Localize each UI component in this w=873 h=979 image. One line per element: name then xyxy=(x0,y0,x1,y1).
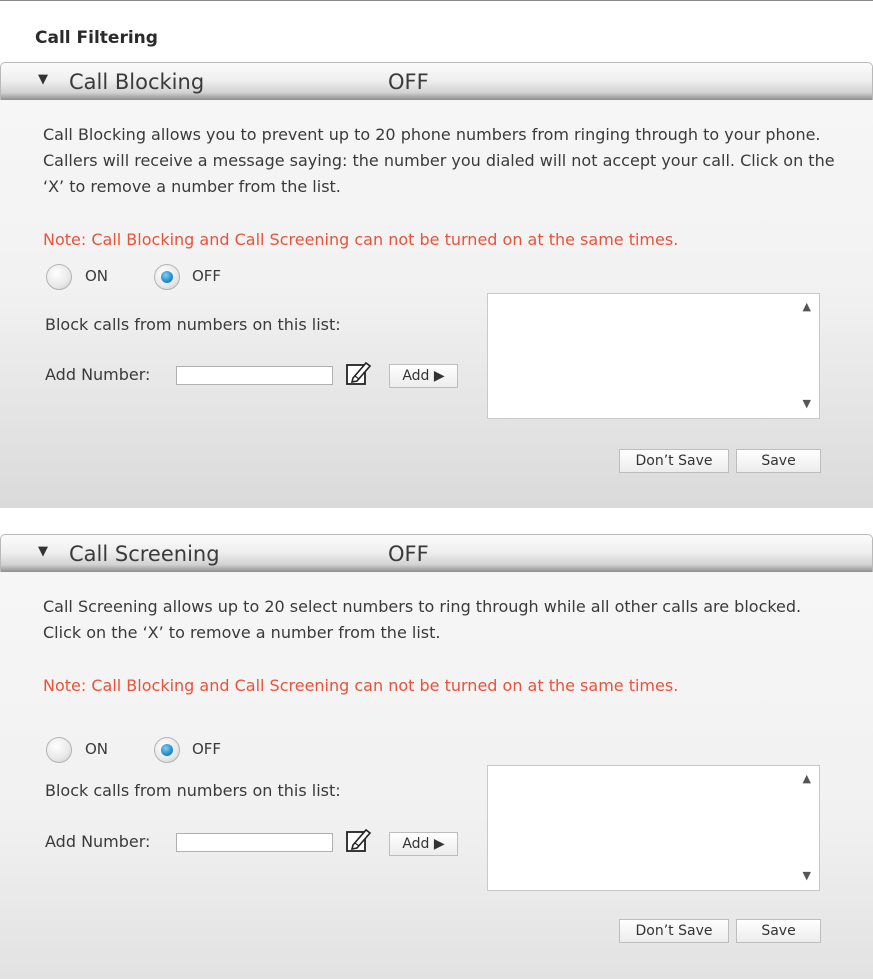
add-button[interactable]: Add ▶ xyxy=(389,364,458,388)
call-blocking-panel: ▼ Call Blocking OFF Call Blocking allows… xyxy=(0,62,873,508)
scroll-down-icon[interactable]: ▼ xyxy=(803,397,811,410)
page-title: Call Filtering xyxy=(35,28,158,48)
dont-save-button[interactable]: Don’t Save xyxy=(619,919,729,943)
section-description: Call Screening allows up to 20 select nu… xyxy=(43,597,802,642)
section-title: Call Blocking xyxy=(69,70,205,94)
radio-off-label: OFF xyxy=(192,267,222,285)
scroll-up-icon[interactable]: ▲ xyxy=(803,300,811,313)
section-note: Note: Call Blocking and Call Screening c… xyxy=(43,230,679,249)
section-description: Call Blocking allows you to prevent up t… xyxy=(43,125,835,196)
section-status: OFF xyxy=(388,542,429,566)
add-number-label: Add Number: xyxy=(45,365,151,384)
scroll-up-icon[interactable]: ▲ xyxy=(803,772,811,785)
block-list-label: Block calls from numbers on this list: xyxy=(45,315,341,334)
scroll-down-icon[interactable]: ▼ xyxy=(803,869,811,882)
blocked-numbers-list[interactable]: ▲ ▼ xyxy=(487,293,820,419)
radio-on[interactable] xyxy=(46,737,72,763)
call-blocking-header[interactable]: ▼ Call Blocking OFF xyxy=(0,62,873,100)
call-screening-header[interactable]: ▼ Call Screening OFF xyxy=(0,534,873,572)
block-list-label: Block calls from numbers on this list: xyxy=(45,781,341,800)
dont-save-button[interactable]: Don’t Save xyxy=(619,449,729,473)
add-number-label: Add Number: xyxy=(45,832,151,851)
add-number-input[interactable] xyxy=(176,833,333,852)
section-status: OFF xyxy=(388,70,429,94)
add-button[interactable]: Add ▶ xyxy=(389,832,458,856)
pencil-icon[interactable] xyxy=(344,826,372,854)
section-note: Note: Call Blocking and Call Screening c… xyxy=(43,676,679,695)
save-button[interactable]: Save xyxy=(736,919,821,943)
radio-on[interactable] xyxy=(46,264,72,290)
call-screening-panel: ▼ Call Screening OFF Call Screening allo… xyxy=(0,534,873,979)
radio-on-label: ON xyxy=(85,267,109,285)
top-divider xyxy=(0,0,873,1)
radio-on-label: ON xyxy=(85,740,109,758)
radio-off-label: OFF xyxy=(192,740,222,758)
call-blocking-body: Call Blocking allows you to prevent up t… xyxy=(0,100,873,508)
save-button[interactable]: Save xyxy=(736,449,821,473)
collapse-icon[interactable]: ▼ xyxy=(38,72,48,87)
pencil-icon[interactable] xyxy=(344,359,372,387)
collapse-icon[interactable]: ▼ xyxy=(38,544,48,559)
section-title: Call Screening xyxy=(69,542,220,566)
add-number-input[interactable] xyxy=(176,366,333,385)
call-screening-body: Call Screening allows up to 20 select nu… xyxy=(0,572,873,979)
radio-off[interactable] xyxy=(154,737,180,763)
radio-off[interactable] xyxy=(154,264,180,290)
screened-numbers-list[interactable]: ▲ ▼ xyxy=(487,765,820,891)
